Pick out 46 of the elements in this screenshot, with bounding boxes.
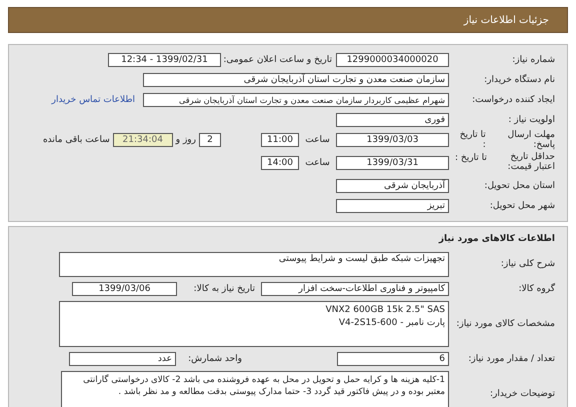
time-label: ساعت (304, 135, 331, 145)
city-field: تبریز (336, 199, 449, 213)
field-label: مشخصات کالای مورد نیاز: (456, 319, 555, 329)
remaining-time-field: 21:34:04 (112, 133, 173, 147)
need-number-field: 1299000034000020 (336, 53, 449, 67)
need-date-field: 1399/03/06 (72, 282, 177, 296)
priority-field: فوری (336, 113, 449, 127)
description-field: تجهیزات شبکه طبق لیست و شرایط پیوستی (59, 252, 449, 276)
field-label: مهلت ارسال پاسخ: (506, 130, 555, 150)
field-label: گروه کالا: (518, 284, 555, 294)
unit-field: عدد (69, 352, 176, 366)
field-label: شماره نیاز: (512, 55, 555, 65)
buyer-notes-field: 1-کلیه هزینه ها و کرایه حمل و تحویل در محل به عهده فروشنده می باشد 2- کالای درخواستی گارانتی معتبر بوده و در پیش فاکتور قید گردد 3- حتما مدارک پیوستی بدقت مطالعه و مد نظر باشد . (61, 371, 449, 407)
goods-group-field: کامپیوتر و فناوری اطلاعات-سخت افزار (261, 282, 449, 296)
validity-time-field: 14:00 (261, 156, 299, 170)
days-field: 2 (199, 133, 221, 147)
field-label: اولویت نیاز : (508, 115, 555, 125)
buyer-contact-link[interactable]: اطلاعات تماس خریدار (52, 95, 135, 105)
field-label: توضیحات خریدار: (490, 389, 555, 399)
field-label: استان محل تحویل: (484, 181, 555, 191)
field-label: شرح کلی نیاز: (500, 259, 555, 269)
field-label: تا تاریخ : (455, 153, 487, 166)
validity-date-field: 1399/03/31 (336, 156, 449, 170)
field-label: حداقل تاریخ اعتبار قیمت: (506, 153, 555, 173)
specs-line: VNX2 600GB 15k 2.5" SAS (326, 304, 445, 317)
province-field: آذربایجان شرقی (336, 179, 449, 193)
deadline-date-field: 1399/03/03 (336, 133, 449, 147)
field-label: تاریخ نیاز به کالا: (194, 284, 255, 294)
field-label: ایجاد کننده درخواست: (472, 95, 555, 105)
field-label: واحد شمارش: (188, 354, 242, 364)
field-label: نام دستگاه خریدار: (484, 75, 555, 85)
specs-line: پارت نامبر - V4-2S15-600 (338, 317, 445, 330)
remaining-label: ساعت باقی مانده (42, 135, 110, 145)
creator-field: شهرام عظیمی کاربردار سازمان صنعت معدن و تجارت استان آذربایجان شرقی (143, 93, 449, 107)
field-label: تا تاریخ : (458, 130, 486, 150)
days-label: روز و (176, 135, 196, 145)
section-title: اطلاعات کالاهای مورد نیاز (438, 233, 556, 246)
page-title: جزئیات اطلاعات نیاز (464, 14, 549, 26)
time-label: ساعت (304, 158, 331, 168)
deadline-time-field: 11:00 (261, 133, 299, 147)
buyer-org-field: سازمان صنعت معدن و تجارت استان آذربایجان شرقی (143, 73, 449, 87)
field-label: شهر محل تحویل: (490, 201, 555, 211)
field-label: تاریخ و ساعت اعلان عمومی: (223, 55, 332, 65)
announce-date-field: 1399/02/31 - 12:34 (108, 53, 221, 67)
field-label: تعداد / مقدار مورد نیاز: (468, 354, 555, 364)
quantity-field: 6 (337, 352, 449, 366)
